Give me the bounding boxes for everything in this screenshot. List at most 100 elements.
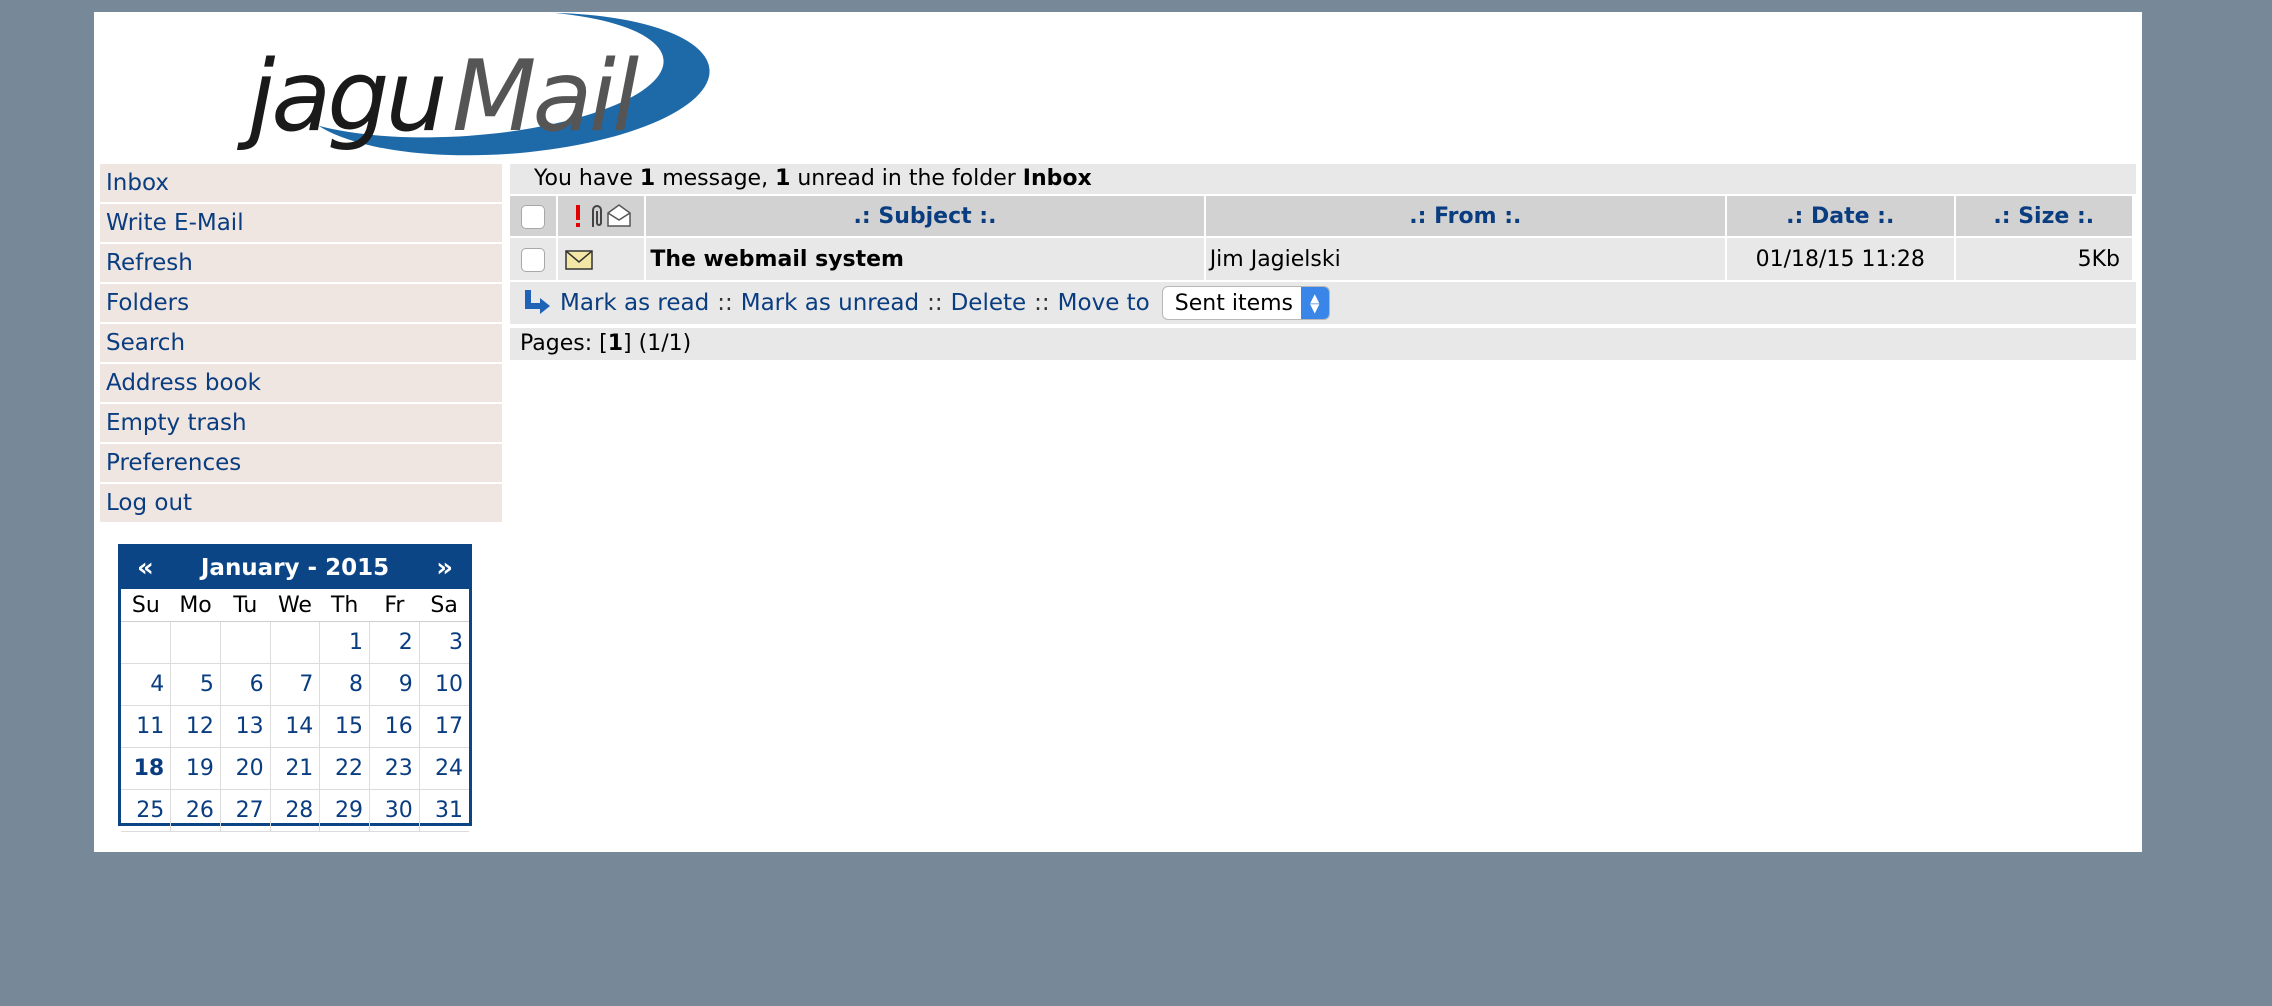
calendar-weekday-row: Su Mo Tu We Th Fr Sa <box>121 589 469 622</box>
calendar-day[interactable]: 16 <box>369 705 420 748</box>
calendar: « January - 2015 » Su Mo Tu We Th Fr Sa 123456… <box>118 544 472 832</box>
calendar-week: 25 26 27 28 29 30 31 <box>121 789 469 832</box>
attachment-icon <box>592 205 603 227</box>
calendar-empty-cell <box>121 621 172 664</box>
message-actions-bar: Mark as read :: Mark as unread :: Delete… <box>510 282 2136 324</box>
pagination-current-page[interactable]: 1 <box>608 331 623 356</box>
calendar-day[interactable]: 31 <box>419 789 469 832</box>
mark-as-read-link[interactable]: Mark as read <box>560 290 709 316</box>
calendar-day[interactable]: 20 <box>220 747 271 790</box>
move-to-link[interactable]: Move to <box>1058 290 1150 316</box>
calendar-weekday: We <box>270 589 320 622</box>
calendar-day[interactable]: 18 <box>121 747 172 790</box>
nav-log-out[interactable]: Log out <box>100 484 502 522</box>
calendar-weekday: Fr <box>369 589 420 622</box>
calendar-weekday: Sa <box>419 589 469 622</box>
calendar-day[interactable]: 23 <box>369 747 420 790</box>
calendar-empty-cell <box>270 621 321 664</box>
calendar-day[interactable]: 11 <box>121 705 172 748</box>
nav-address-book[interactable]: Address book <box>100 364 502 402</box>
summary-text: You have <box>534 166 640 191</box>
select-all-cell <box>510 194 557 236</box>
calendar-day[interactable]: 24 <box>419 747 469 790</box>
row-date: 01/18/15 11:28 <box>1726 236 1954 280</box>
unread-envelope-icon <box>565 249 593 270</box>
calendar-day[interactable]: 7 <box>270 663 321 706</box>
sidebar-nav: Inbox Write E-Mail Refresh Folders Searc… <box>100 164 502 524</box>
calendar-day[interactable]: 17 <box>419 705 469 748</box>
calendar-day[interactable]: 28 <box>270 789 321 832</box>
row-subject[interactable]: The webmail system <box>646 236 1204 280</box>
logo-text-mail: Mail <box>452 40 639 154</box>
message-table: .: Subject :. .: From :. .: Date :. .: S… <box>508 194 2134 280</box>
flags-header <box>558 194 645 236</box>
calendar-day[interactable]: 10 <box>419 663 469 706</box>
priority-icon <box>576 205 581 227</box>
move-to-folder-value: Sent items <box>1174 290 1293 316</box>
calendar-day[interactable]: 6 <box>220 663 271 706</box>
calendar-next-button[interactable]: » <box>436 553 453 583</box>
summary-text: unread in the folder <box>790 166 1023 191</box>
calendar-header: « January - 2015 » <box>121 547 469 589</box>
calendar-day[interactable]: 27 <box>220 789 271 832</box>
move-to-folder-select[interactable]: Sent items ▲ ▼ <box>1161 286 1330 320</box>
subject-column-header[interactable]: .: Subject :. <box>646 194 1204 236</box>
calendar-day[interactable]: 8 <box>319 663 371 706</box>
calendar-day[interactable]: 13 <box>220 705 271 748</box>
calendar-weekday: Th <box>319 589 370 622</box>
nav-empty-trash[interactable]: Empty trash <box>100 404 502 442</box>
calendar-week: 18 19 20 21 22 23 24 <box>121 747 469 790</box>
calendar-day[interactable]: 2 <box>369 621 420 664</box>
main-content: You have 1 message, 1 unread in the fold… <box>510 164 2136 360</box>
from-column-header[interactable]: .: From :. <box>1205 194 1725 236</box>
calendar-day[interactable]: 4 <box>121 663 172 706</box>
folder-summary: You have 1 message, 1 unread in the fold… <box>510 164 2136 194</box>
calendar-day[interactable]: 3 <box>419 621 469 664</box>
row-select-cell <box>510 236 557 280</box>
calendar-weekday: Tu <box>220 589 271 622</box>
select-chevron-icon: ▲ ▼ <box>1300 287 1329 319</box>
calendar-empty-cell <box>220 621 271 664</box>
pagination-label: Pages: [ <box>520 331 608 356</box>
mark-as-unread-link[interactable]: Mark as unread <box>741 290 919 316</box>
nav-refresh[interactable]: Refresh <box>100 244 502 282</box>
page: jagu Mail Inbox Write E-Mail Refresh Fol… <box>94 12 2142 852</box>
row-flags-cell <box>558 236 645 280</box>
calendar-day[interactable]: 22 <box>319 747 371 790</box>
calendar-day[interactable]: 9 <box>369 663 420 706</box>
calendar-day[interactable]: 19 <box>170 747 221 790</box>
size-column-header[interactable]: .: Size :. <box>1955 194 2132 236</box>
date-column-header[interactable]: .: Date :. <box>1726 194 1954 236</box>
summary-message-count: 1 <box>639 166 656 191</box>
arrow-down-right-icon <box>525 290 550 314</box>
calendar-day[interactable]: 29 <box>319 789 371 832</box>
delete-link[interactable]: Delete <box>951 290 1027 316</box>
calendar-day[interactable]: 12 <box>170 705 221 748</box>
nav-inbox[interactable]: Inbox <box>100 164 502 202</box>
summary-unread-count: 1 <box>775 166 791 191</box>
nav-folders[interactable]: Folders <box>100 284 502 322</box>
calendar-days: 1 2 3 4 5 6 7 8 9 10 11 12 13 14 15 16 17 18 19 20 21 22 23 24 2… <box>121 621 469 832</box>
message-table-header: .: Subject :. .: From :. .: Date :. .: S… <box>510 194 2132 236</box>
calendar-prev-button[interactable]: « <box>137 553 154 583</box>
nav-search[interactable]: Search <box>100 324 502 362</box>
select-all-checkbox[interactable] <box>521 204 546 229</box>
calendar-day[interactable]: 5 <box>170 663 221 706</box>
calendar-day[interactable]: 21 <box>270 747 321 790</box>
calendar-day[interactable]: 1 <box>319 621 371 664</box>
jagumail-logo: jagu Mail <box>164 12 734 162</box>
calendar-day[interactable]: 26 <box>170 789 221 832</box>
calendar-day[interactable]: 15 <box>319 705 371 748</box>
calendar-day[interactable]: 25 <box>121 789 172 832</box>
calendar-title: January - 2015 <box>200 555 390 581</box>
calendar-day[interactable]: 30 <box>369 789 420 832</box>
row-checkbox[interactable] <box>521 247 546 272</box>
envelope-header-icon <box>607 204 631 227</box>
calendar-day[interactable]: 14 <box>270 705 321 748</box>
calendar-weekday: Su <box>121 589 171 622</box>
calendar-empty-cell <box>170 621 221 664</box>
table-row[interactable]: The webmail system Jim Jagielski 01/18/1… <box>510 236 2132 280</box>
nav-preferences[interactable]: Preferences <box>100 444 502 482</box>
separator: :: <box>717 290 733 316</box>
nav-write-email[interactable]: Write E-Mail <box>100 204 502 242</box>
